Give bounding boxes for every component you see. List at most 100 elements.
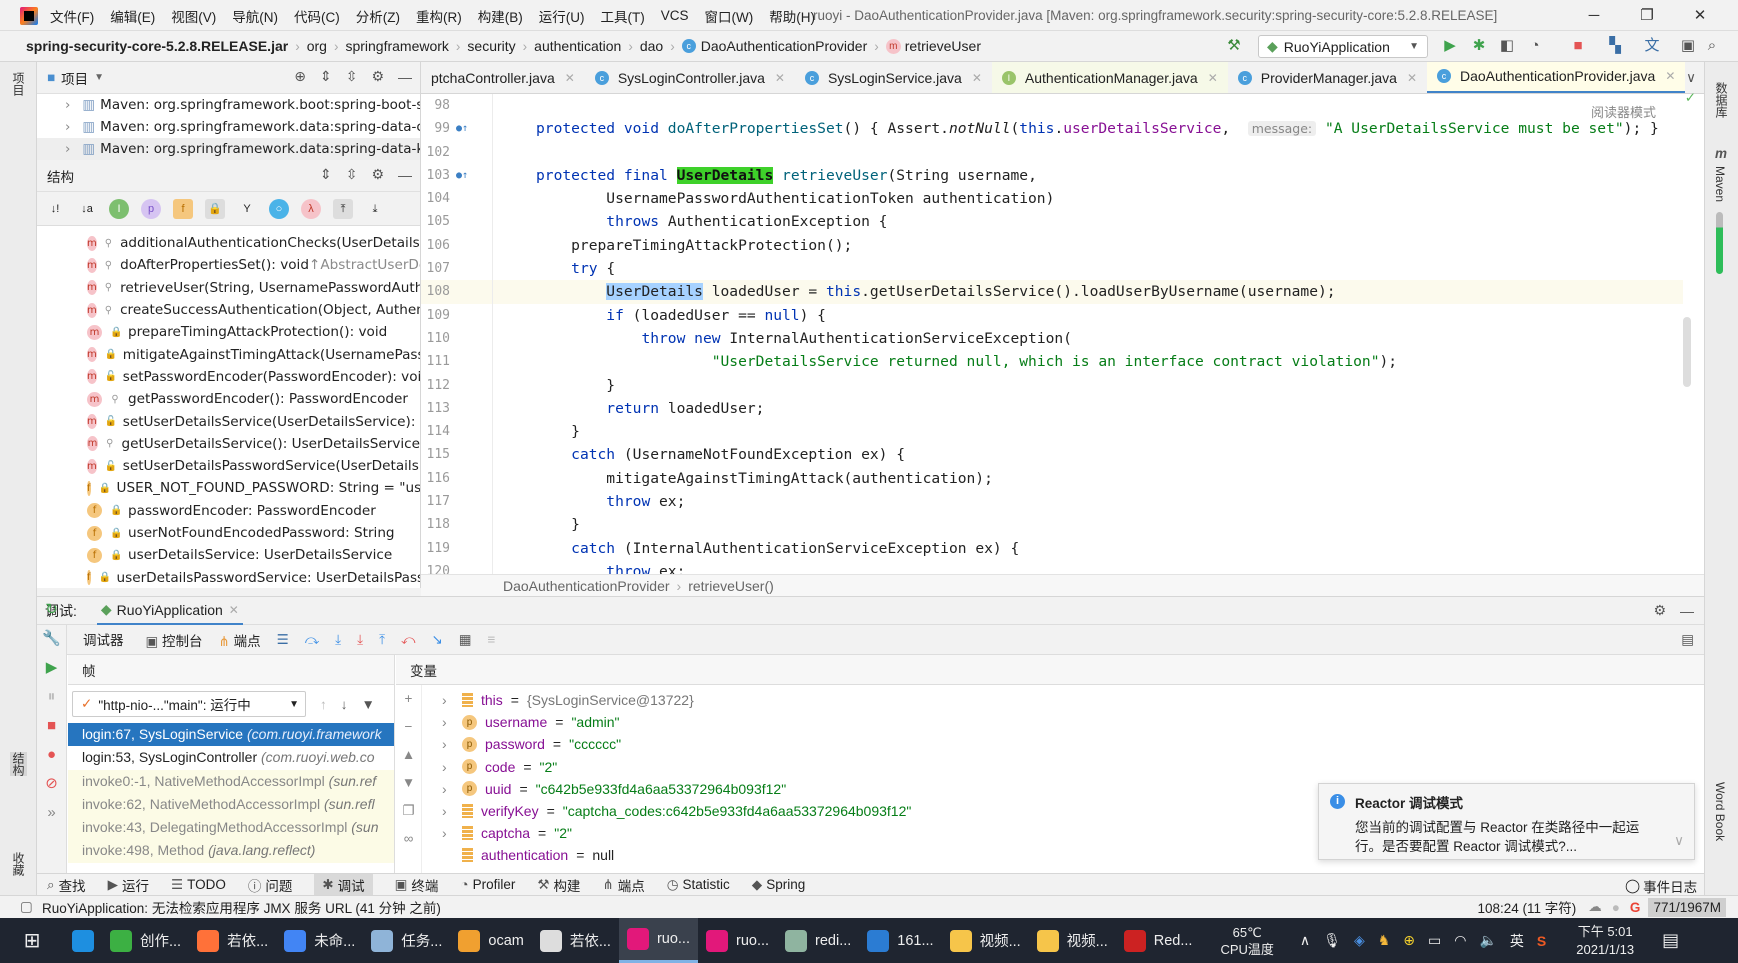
tool-tab[interactable]: ▶ 运行 [108,874,149,896]
collapse-all-icon[interactable]: ⇳ [346,68,358,85]
taskbar-app[interactable]: 若依... [532,918,619,963]
line-number[interactable]: 114 [421,420,492,443]
filter-icon[interactable]: ▼ [362,697,375,712]
variable-row[interactable]: › p password = "cccccc" [422,733,1672,755]
stack-frame[interactable]: invoke:498, Method (java.lang.reflect) [68,839,394,863]
status-message[interactable]: RuoYiApplication: 无法检索应用程序 JMX 服务 URL (4… [42,897,441,917]
breadcrumb-item[interactable]: authentication [534,38,621,54]
structure-item[interactable]: f 🔒 userDetailsService: UserDetailsService [37,544,420,566]
line-number[interactable]: 99 ●↑ [421,117,492,140]
menu-item[interactable]: VCS [661,8,689,23]
menu-item[interactable]: 工具(T) [601,6,645,26]
menu-item[interactable]: 帮助(H) [769,6,815,26]
taskbar-app[interactable]: ruo... [698,918,777,963]
sort-by-visibility-icon[interactable]: ↓! [45,199,65,219]
dropbox-icon[interactable]: ◈ [1354,932,1365,949]
structure-item[interactable]: f 🔒 userNotFoundEncodedPassword: String [37,522,420,544]
breadcrumb-item[interactable]: springframework [345,38,448,54]
breadcrumb-item[interactable]: dao [640,38,663,54]
structure-item[interactable]: m ⚲ additionalAuthenticationChecks(UserDet… [37,232,420,254]
chevron-right-icon[interactable]: › [442,689,454,711]
show-fields-icon[interactable]: f [173,198,193,219]
expand-chevron-icon[interactable]: ∨ [1674,833,1684,849]
coverage-icon[interactable]: ◧ [1497,36,1517,56]
sogou-icon[interactable]: S [1537,933,1546,949]
menu-item[interactable]: 重构(R) [416,6,462,26]
run-to-cursor-icon[interactable]: ↘ [431,632,442,648]
microphone-icon[interactable]: 🎙 [1323,932,1341,949]
show-execution-point-icon[interactable]: ☰ [277,632,289,648]
cloud-icon[interactable]: ☁ [1588,899,1602,915]
structure-item[interactable]: f 🔒 passwordEncoder: PasswordEncoder [37,500,420,522]
favorites-tool-tab[interactable]: 收藏 [10,852,27,876]
line-number[interactable]: 119 [421,537,492,560]
more-icon[interactable]: » [37,798,66,827]
editor-tab[interactable]: c DaoAuthenticationProvider.java ✕ [1427,62,1686,93]
line-number[interactable]: 110 [421,327,492,350]
tab-debugger[interactable]: 调试器 [77,623,130,657]
tool-tab[interactable]: ✱ 调试 [314,873,373,896]
line-number[interactable]: 113 [421,397,492,420]
structure-item[interactable]: m ⚲ getPasswordEncoder(): PasswordEncoder [37,388,420,410]
override-marker-icon[interactable]: ●↑ [456,117,468,140]
line-number[interactable]: 117 [421,490,492,513]
line-number[interactable]: 115 [421,443,492,466]
tool-tab[interactable]: ◷ Statistic [667,874,730,896]
wordbook-tool-tab[interactable]: Word Book [1713,782,1727,841]
project-structure-icon[interactable]: ▚ [1605,36,1625,56]
structure-item[interactable]: m 🔒 mitigateAgainstTimingAttack(UsernamePa… [37,343,420,365]
stack-frame[interactable]: login:67, SysLoginService (com.ruoyi.fra… [68,723,394,747]
caret-position[interactable]: 108:24 (11 字符) [1477,897,1576,917]
menu-item[interactable]: 分析(Z) [356,6,400,26]
variable-row[interactable]: › p code = "2" [422,756,1672,778]
chevron-down-icon[interactable]: ▼ [94,72,104,83]
hide-icon[interactable]: — [1680,603,1694,619]
taskbar-app[interactable]: ocam [450,918,531,963]
show-properties-icon[interactable]: p [141,198,161,219]
restore-button[interactable]: ❐ [1635,4,1659,28]
thread-select[interactable]: ✓ "http-nio-..."main": 运行中 ▼ [72,691,306,717]
structure-tool-tab[interactable]: 结构 [10,752,27,776]
ime-indicator[interactable]: 英 [1510,931,1524,951]
stop-icon[interactable]: ■ [1568,36,1588,56]
gear-icon[interactable]: ⚙ [371,68,384,85]
tool-tab[interactable]: ☰ TODO [171,874,226,896]
step-into-icon[interactable]: ⤓ [335,632,341,648]
project-panel-title[interactable]: 项目 [61,68,88,88]
battery-icon[interactable]: ▭ [1428,932,1441,949]
menu-item[interactable]: 运行(U) [539,6,585,26]
structure-item[interactable]: m 🔓 setUserDetailsPasswordService(UserDeta… [37,455,420,477]
hide-icon[interactable]: — [398,69,412,85]
locate-icon[interactable]: ⊕ [294,68,306,85]
remove-watch-icon[interactable]: − [396,713,421,741]
editor-tab[interactable]: c ProviderManager.java ✕ [1228,62,1427,93]
chevron-right-icon[interactable]: › [442,778,454,800]
autoscroll-to-source-icon[interactable]: ⤒ [333,198,353,219]
qq-icon[interactable]: ♞ [1378,932,1391,949]
chevron-right-icon[interactable]: › [65,97,70,113]
structure-item[interactable]: m ⚲ createSuccessAuthentication(Object, Au… [37,299,420,321]
breadcrumb-item[interactable]: c DaoAuthenticationProvider [681,38,867,54]
cpu-temperature[interactable]: 65℃ CPU温度 [1220,924,1273,958]
line-number[interactable]: 118 [421,513,492,536]
move-up-icon[interactable]: ▲ [396,741,421,769]
build-hammer-icon[interactable]: ⚒ [1224,36,1244,56]
taskbar-app[interactable]: 未命... [276,918,363,963]
event-log-button[interactable]: ◯ 事件日志 [1625,876,1697,896]
tool-tab[interactable]: ⓘ 问题 [248,874,293,896]
editor-tab[interactable]: c SysLoginController.java ✕ [585,62,795,93]
line-number[interactable]: 103 ●↑ [421,164,492,187]
notifications-icon[interactable]: ▤ [1662,930,1679,951]
run-configuration-select[interactable]: ◆ RuoYiApplication ▼ [1258,35,1428,58]
show-anonymous-icon[interactable]: ○ [269,198,289,219]
rerun-icon[interactable]: ↻ [37,595,66,624]
minimize-button[interactable]: ─ [1582,4,1606,28]
step-out-icon[interactable]: ⤒ [379,632,385,648]
inspection-ok-check-icon[interactable]: ✓ [1685,90,1696,106]
tool-tab[interactable]: ⋔ 端点 [602,874,644,896]
status-toggle-icon[interactable]: ▢ [20,899,33,915]
line-number[interactable]: 111 [421,350,492,373]
move-down-icon[interactable]: ▼ [396,769,421,797]
debug-bug-icon[interactable]: ✱ [1469,36,1489,56]
variable-row[interactable]: › p username = "admin" [422,711,1672,733]
